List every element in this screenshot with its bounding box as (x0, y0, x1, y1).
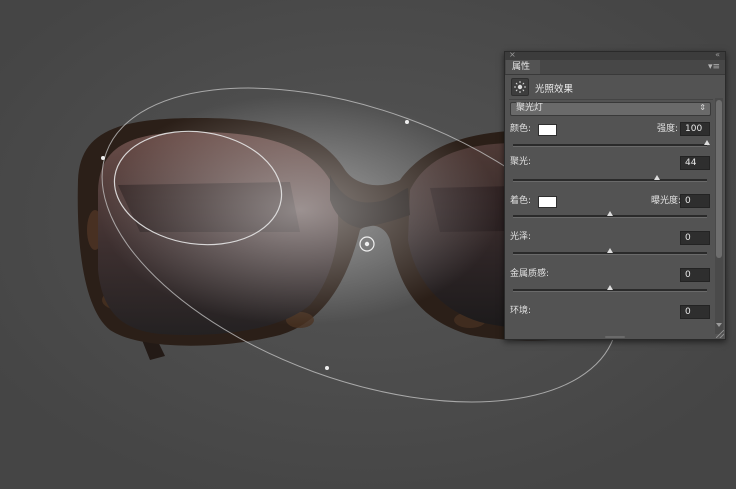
gloss-input[interactable]: 0 (680, 231, 710, 245)
exposure-input[interactable]: 0 (680, 194, 710, 208)
intensity-input[interactable]: 100 (680, 122, 710, 136)
gloss-label: 光泽: (510, 232, 532, 242)
colorize-swatch[interactable] (538, 196, 557, 208)
resize-handle-icon[interactable] (716, 330, 724, 338)
ambience-label: 环境: (510, 306, 532, 316)
select-arrows-icon: ⇕ (699, 103, 706, 112)
close-icon[interactable]: × (509, 50, 516, 60)
gloss-slider-thumb[interactable] (607, 248, 613, 253)
panel-bottom-grip[interactable] (605, 336, 625, 338)
panel-header: 光照效果 (505, 75, 715, 98)
metallic-label: 金属质感: (510, 269, 550, 279)
tab-properties[interactable]: 属性 (506, 60, 540, 74)
panel-scrollbar[interactable] (715, 98, 723, 334)
exposure-slider-thumb[interactable] (607, 211, 613, 216)
metallic-input[interactable]: 0 (680, 268, 710, 282)
lighting-effects-icon (511, 78, 529, 96)
color-label: 颜色: (510, 124, 532, 134)
ambience-input[interactable]: 0 (680, 305, 710, 319)
hotspot-slider[interactable] (513, 179, 707, 182)
hotspot-slider-thumb[interactable] (653, 175, 660, 180)
metallic-slider-thumb[interactable] (607, 285, 613, 290)
hotspot-label: 聚光: (510, 157, 532, 167)
panel-titlebar[interactable]: × « (505, 50, 725, 60)
collapse-icon[interactable]: « (715, 50, 720, 60)
scrollbar-thumb[interactable] (716, 100, 722, 258)
exposure-label: 曝光度: (651, 196, 682, 206)
intensity-label: 强度: (657, 124, 679, 134)
properties-panel: × « 属性 ▾≡ 光照效果 聚光灯 ⇕ 颜色: 强度: 100 聚光: 44 … (504, 50, 726, 340)
divider (509, 99, 713, 100)
panel-menu-icon[interactable]: ▾≡ (708, 60, 720, 74)
intensity-slider-thumb[interactable] (704, 140, 710, 145)
panel-title: 光照效果 (535, 84, 574, 95)
light-type-value: 聚光灯 (516, 103, 544, 113)
panel-tabbar: 属性 ▾≡ (505, 60, 725, 75)
colorize-label: 着色: (510, 196, 532, 206)
intensity-slider[interactable] (513, 144, 707, 147)
light-color-swatch[interactable] (538, 124, 557, 136)
light-type-select[interactable]: 聚光灯 ⇕ (510, 102, 711, 116)
hotspot-input[interactable]: 44 (680, 156, 710, 170)
scroll-down-icon[interactable] (716, 323, 722, 327)
